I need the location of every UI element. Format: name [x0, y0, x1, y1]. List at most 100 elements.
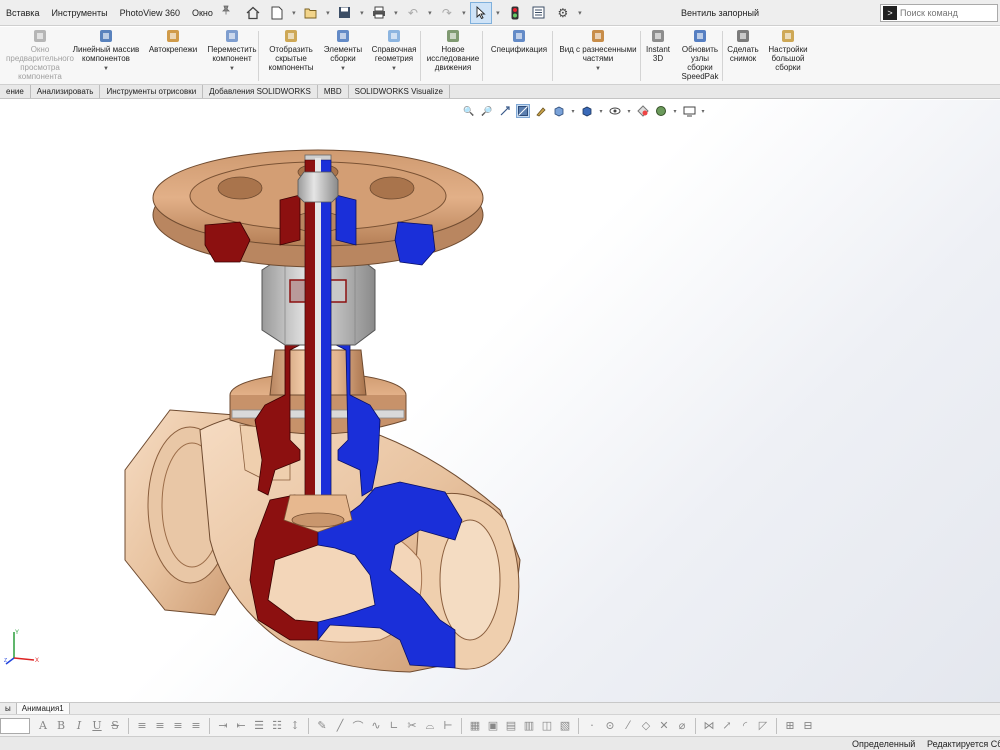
search-box[interactable]: > [880, 4, 998, 22]
scenes-icon[interactable] [654, 104, 668, 118]
search-input[interactable] [900, 8, 995, 18]
save-icon[interactable] [334, 2, 356, 24]
table-icon[interactable]: ▦ [467, 718, 483, 734]
menu-tools[interactable]: Инструменты [45, 0, 113, 26]
align-left-icon[interactable]: ≡ [134, 718, 150, 734]
chevron-down-icon[interactable]: ▾ [460, 2, 468, 24]
image-icon[interactable]: ▣ [485, 718, 501, 734]
ribbon-button-12[interactable]: Сделать снимок [726, 29, 760, 63]
chevron-down-icon[interactable]: ▾ [700, 104, 706, 118]
home-icon[interactable] [242, 2, 264, 24]
ribbon-button-11[interactable]: Обновить узлы сборки SpeedPak [678, 29, 722, 81]
chevron-down-icon[interactable]: ▾ [392, 2, 400, 24]
chevron-down-icon[interactable]: ▼ [103, 65, 109, 74]
arc-tool-icon[interactable]: ⌒ [350, 718, 366, 734]
menu-photoview[interactable]: PhotoView 360 [114, 0, 186, 26]
chevron-down-icon[interactable]: ▼ [229, 65, 235, 74]
angle-tool-icon[interactable]: ∟ [386, 718, 402, 734]
note-icon[interactable]: ▤ [503, 718, 519, 734]
centerline-icon[interactable]: ⌀ [674, 718, 690, 734]
relations-icon[interactable]: ⊟ [800, 718, 816, 734]
slash-tool-icon[interactable]: ⁄ [620, 718, 636, 734]
ribbon-button-13[interactable]: Настройки большой сборки [766, 29, 810, 72]
ribbon-button-2[interactable]: Автокрепежи [146, 29, 200, 54]
chevron-down-icon[interactable]: ▾ [358, 2, 366, 24]
balloon-icon[interactable]: ◫ [539, 718, 555, 734]
point-icon[interactable]: · [584, 718, 600, 734]
smart-dimension-icon[interactable]: ⊞ [782, 718, 798, 734]
traffic-light-icon[interactable] [504, 2, 526, 24]
trim-tool-icon[interactable]: ✂ [404, 718, 420, 734]
ribbon-button-10[interactable]: Instant 3D [644, 29, 672, 63]
dynamic-annotation-icon[interactable] [534, 104, 548, 118]
tab-solidworks-visualize[interactable]: SOLIDWORKS Visualize [349, 85, 450, 98]
zoom-to-area-icon[interactable]: 🔎 [480, 104, 494, 118]
ribbon-button-8[interactable]: Спецификация [488, 29, 550, 54]
chevron-down-icon[interactable]: ▼ [391, 65, 397, 74]
mirror-icon[interactable]: ⋈ [701, 718, 717, 734]
chevron-down-icon[interactable]: ▾ [290, 2, 298, 24]
chevron-down-icon[interactable]: ▾ [494, 2, 502, 24]
chevron-down-icon[interactable]: ▾ [324, 2, 332, 24]
graphics-area[interactable]: 🔍 🔎 ▾ ▾ ▾ ▾ ▾ Y X Z [0, 100, 1000, 702]
chevron-down-icon[interactable]: ▾ [576, 2, 584, 24]
offset-tool-icon[interactable]: ⌓ [422, 718, 438, 734]
chevron-down-icon[interactable]: ▾ [626, 104, 632, 118]
line-spacing-icon[interactable]: ↕ [287, 718, 303, 734]
list-numbered-icon[interactable]: ☷ [269, 718, 285, 734]
sketch-tool-icon[interactable]: ✎ [314, 718, 330, 734]
ribbon-button-3[interactable]: Переместить компонент ▼ [205, 29, 259, 74]
font-size-field[interactable] [0, 717, 30, 734]
tab-sketch-ink[interactable]: Инструменты отрисовки [100, 85, 204, 98]
tab-analyze[interactable]: Анализировать [31, 85, 101, 98]
dimension-tool-icon[interactable]: ⊢ [440, 718, 456, 734]
new-document-icon[interactable] [266, 2, 288, 24]
indent-icon[interactable]: ⇥ [215, 718, 231, 734]
edit-appearance-icon[interactable] [636, 104, 650, 118]
ribbon-button-9[interactable]: Вид с разнесенными частями ▼ [556, 29, 640, 74]
pin-icon[interactable] [219, 0, 233, 26]
italic-icon[interactable]: I [71, 718, 87, 734]
tab-evaluate-partial[interactable]: ение [0, 85, 31, 98]
hide-show-items-icon[interactable] [608, 104, 622, 118]
spline-tool-icon[interactable]: ∿ [368, 718, 384, 734]
justify-icon[interactable]: ≡ [188, 718, 204, 734]
section-view-icon[interactable] [516, 104, 530, 118]
ribbon-button-7[interactable]: Новое исследование движения [425, 29, 481, 72]
circle-tool-icon[interactable]: ⊙ [602, 718, 618, 734]
font-a-icon[interactable]: A [35, 718, 51, 734]
symbol-icon[interactable]: ▥ [521, 718, 537, 734]
tab-solidworks-addins[interactable]: Добавления SOLIDWORKS [203, 85, 318, 98]
view-settings-icon[interactable] [682, 104, 696, 118]
previous-view-icon[interactable] [498, 104, 512, 118]
polygon-tool-icon[interactable]: ◇ [638, 718, 654, 734]
chevron-down-icon[interactable]: ▾ [570, 104, 576, 118]
ribbon-button-4[interactable]: Отобразить скрытые компоненты [265, 29, 317, 72]
outdent-icon[interactable]: ⇤ [233, 718, 249, 734]
view-orientation-icon[interactable] [552, 104, 566, 118]
chevron-down-icon[interactable]: ▾ [598, 104, 604, 118]
select-pointer-icon[interactable] [469, 1, 492, 24]
line-tool-icon[interactable]: ╱ [332, 718, 348, 734]
chevron-down-icon[interactable]: ▾ [426, 2, 434, 24]
display-style-icon[interactable] [580, 104, 594, 118]
file-properties-icon[interactable] [528, 2, 550, 24]
undo-icon[interactable]: ↶ [402, 2, 424, 24]
block-icon[interactable]: ▧ [557, 718, 573, 734]
strikethrough-icon[interactable]: S [107, 718, 123, 734]
open-folder-icon[interactable] [300, 2, 322, 24]
extend-icon[interactable]: ↗ [719, 718, 735, 734]
fillet-icon[interactable]: ◜ [737, 718, 753, 734]
zoom-to-fit-icon[interactable]: 🔍 [462, 104, 476, 118]
chevron-down-icon[interactable]: ▾ [672, 104, 678, 118]
menu-window[interactable]: Окно [186, 0, 219, 26]
tab-mbd[interactable]: MBD [318, 85, 349, 98]
underline-icon[interactable]: U [89, 718, 105, 734]
list-icon[interactable]: ☰ [251, 718, 267, 734]
align-right-icon[interactable]: ≡ [170, 718, 186, 734]
chevron-down-icon[interactable]: ▼ [340, 65, 346, 74]
chamfer-icon[interactable]: ◸ [755, 718, 771, 734]
bold-icon[interactable]: B [53, 718, 69, 734]
ribbon-button-0[interactable]: Окно предварительного просмотра компонен… [2, 29, 78, 81]
redo-icon[interactable]: ↷ [436, 2, 458, 24]
